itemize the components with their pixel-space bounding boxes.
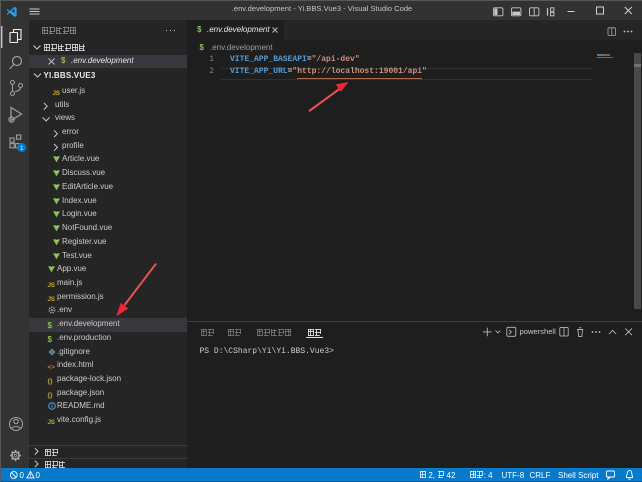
svg-text:1: 1 (20, 145, 24, 152)
